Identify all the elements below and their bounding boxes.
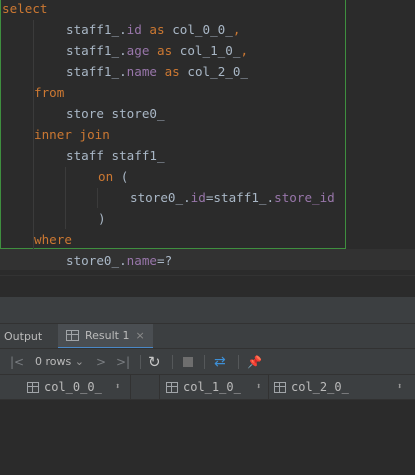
code-line: where xyxy=(34,229,72,250)
code-token: col_1_0_ xyxy=(179,43,241,58)
refresh-icon[interactable]: ↻ xyxy=(148,349,161,375)
code-token: , xyxy=(240,43,249,58)
compare-icon[interactable]: ⇄ xyxy=(214,349,226,375)
code-token: name xyxy=(126,64,158,79)
pin-icon[interactable]: 📌 xyxy=(247,349,262,375)
code-token: . xyxy=(119,64,127,79)
column-divider xyxy=(268,375,269,400)
chevron-down-icon: ⌄ xyxy=(74,355,84,368)
stop-icon[interactable] xyxy=(183,357,193,367)
column-icon xyxy=(274,382,286,393)
result-grid-header: col_0_0_ ⬍ col_1_0_ ⬍ col_2_0_ ⬍ xyxy=(0,374,415,400)
code-token: col_2_0_ xyxy=(187,64,249,79)
code-token: select xyxy=(2,1,48,16)
editor-bottom-strip xyxy=(0,275,415,297)
code-token: age xyxy=(126,43,150,58)
code-token: ( xyxy=(113,169,129,184)
column-header-label: col_2_0_ xyxy=(291,380,349,394)
code-token: store store0_ xyxy=(66,106,165,121)
code-line: ) xyxy=(98,208,106,229)
tab-result-1[interactable]: Result 1 × xyxy=(58,324,153,349)
code-token: as xyxy=(149,43,180,58)
code-token: from xyxy=(34,85,65,100)
table-icon xyxy=(66,330,79,341)
last-page-icon[interactable]: >| xyxy=(116,349,130,375)
column-header-label: col_0_0_ xyxy=(44,380,102,394)
code-token: id xyxy=(126,22,142,37)
tab-result-label: Result 1 xyxy=(85,329,130,342)
code-line: store0_.id=staff1_.store_id xyxy=(130,187,335,208)
column-divider xyxy=(130,375,131,400)
code-token: as xyxy=(141,22,173,37)
code-token: . xyxy=(119,22,127,37)
code-line: on ( xyxy=(98,166,128,187)
code-token: =staff1_ xyxy=(205,190,267,205)
code-line: from xyxy=(34,82,64,103)
code-token: store0_ xyxy=(66,253,120,268)
code-token: staff1_ xyxy=(66,64,120,79)
sort-icon[interactable]: ⬍ xyxy=(397,375,402,400)
code-token: staff staff1_ xyxy=(66,148,165,163)
column-header-col-1-0[interactable]: col_1_0_ xyxy=(166,375,241,400)
column-header-col-2-0[interactable]: col_2_0_ xyxy=(274,375,349,400)
code-line: staff1_.id as col_0_0_, xyxy=(66,19,240,40)
services-tab-bar: Output Result 1 × xyxy=(0,323,415,349)
column-header-label: col_1_0_ xyxy=(183,380,241,394)
column-header-col-0-0[interactable]: col_0_0_ xyxy=(27,375,102,400)
code-token: on xyxy=(98,169,114,184)
tab-output[interactable]: Output xyxy=(0,324,42,349)
toolbar-divider xyxy=(140,355,141,369)
current-line-highlight xyxy=(0,249,415,270)
code-token: . xyxy=(119,253,127,268)
code-token: inner join xyxy=(34,127,110,142)
code-token: staff1_ xyxy=(66,43,120,58)
code-token: as xyxy=(157,64,188,79)
code-token: ) xyxy=(98,211,106,226)
code-line: staff1_.name as col_2_0_ xyxy=(66,61,248,82)
code-line: staff1_.age as col_1_0_, xyxy=(66,40,248,61)
code-line: inner join xyxy=(34,124,110,145)
sort-icon[interactable]: ⬍ xyxy=(115,375,120,400)
rows-count-label: 0 rows xyxy=(35,355,72,368)
column-icon xyxy=(166,382,178,393)
code-token: name xyxy=(126,253,158,268)
code-token: , xyxy=(232,22,241,37)
code-token: id xyxy=(190,190,206,205)
result-grid-body[interactable] xyxy=(0,400,415,475)
column-icon xyxy=(27,382,39,393)
code-token: where xyxy=(34,232,72,247)
code-line: store store0_ xyxy=(66,103,165,124)
sql-editor[interactable]: select staff1_.id as col_0_0_, staff1_.age… xyxy=(0,0,415,275)
close-icon[interactable]: × xyxy=(135,323,144,348)
result-toolbar: |< 0 rows ⌄ > >| ↻ ⇄ 📌 xyxy=(0,348,415,374)
indent-guide xyxy=(97,188,98,208)
code-token: staff1_ xyxy=(66,22,120,37)
code-token: . xyxy=(266,190,275,205)
toolbar-divider xyxy=(204,355,205,369)
toolbar-divider xyxy=(238,355,239,369)
next-page-icon[interactable]: > xyxy=(96,349,106,375)
first-page-icon[interactable]: |< xyxy=(10,349,24,375)
code-token: =? xyxy=(157,253,173,268)
rows-count-dropdown[interactable]: 0 rows ⌄ xyxy=(35,349,84,375)
indent-guide xyxy=(65,167,66,229)
code-token: store0_ xyxy=(130,190,184,205)
code-line: store0_.name=? xyxy=(66,250,172,271)
code-line: select xyxy=(2,0,48,19)
tab-output-label: Output xyxy=(4,330,43,343)
code-token: store_id xyxy=(274,190,335,205)
code-line: staff staff1_ xyxy=(66,145,165,166)
code-token: col_0_0_ xyxy=(172,22,233,37)
code-token: . xyxy=(119,43,127,58)
panel-splitter[interactable] xyxy=(0,297,415,323)
column-divider xyxy=(159,375,160,400)
toolbar-divider xyxy=(172,355,173,369)
sort-icon[interactable]: ⬍ xyxy=(256,375,261,400)
code-token: . xyxy=(183,190,191,205)
